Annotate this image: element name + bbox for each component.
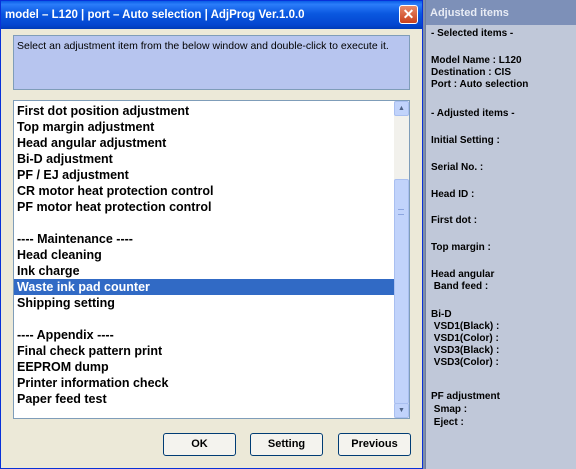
head-angular: Head angular bbox=[431, 269, 495, 280]
adjusted-items-panel: Adjusted items - Selected items - Model … bbox=[425, 0, 576, 469]
list-item[interactable]: PF motor heat protection control bbox=[14, 199, 395, 215]
selected-items-header: - Selected items - bbox=[431, 28, 514, 39]
bid: Bi-D bbox=[431, 309, 452, 320]
scroll-up-icon[interactable]: ▲ bbox=[394, 101, 409, 116]
list-item[interactable]: ---- Appendix ---- bbox=[14, 327, 395, 343]
list-item[interactable]: Paper feed test bbox=[14, 391, 395, 407]
vsd3-black: VSD3(Black) : bbox=[431, 345, 500, 356]
list-item[interactable]: First dot position adjustment bbox=[14, 103, 395, 119]
list-item[interactable]: Head cleaning bbox=[14, 247, 395, 263]
destination: Destination : CIS bbox=[431, 67, 512, 78]
list-item[interactable]: CR motor heat protection control bbox=[14, 183, 395, 199]
adjustment-list[interactable]: First dot position adjustment Top margin … bbox=[13, 100, 410, 419]
pf-adjustment: PF adjustment bbox=[431, 391, 500, 402]
panel-title: Adjusted items bbox=[426, 0, 576, 25]
list-items: First dot position adjustment Top margin … bbox=[14, 103, 395, 407]
title-bar[interactable]: model – L120 | port – Auto selection | A… bbox=[1, 1, 422, 29]
list-item[interactable] bbox=[14, 311, 395, 327]
adjustment-dialog: model – L120 | port – Auto selection | A… bbox=[0, 0, 423, 469]
list-item[interactable] bbox=[14, 215, 395, 231]
initial-setting: Initial Setting : bbox=[431, 135, 500, 146]
model-name: Model Name : L120 bbox=[431, 55, 522, 66]
list-item[interactable]: Ink charge bbox=[14, 263, 395, 279]
previous-button[interactable]: Previous bbox=[338, 433, 411, 456]
first-dot: First dot : bbox=[431, 215, 478, 226]
vsd1-color: VSD1(Color) : bbox=[431, 333, 499, 344]
close-icon[interactable]: ✕ bbox=[399, 5, 418, 24]
vsd3-color: VSD3(Color) : bbox=[431, 357, 499, 368]
eject: Eject : bbox=[431, 417, 464, 428]
scroll-down-icon[interactable]: ▼ bbox=[394, 403, 409, 418]
window-title: model – L120 | port – Auto selection | A… bbox=[5, 9, 305, 21]
top-margin: Top margin : bbox=[431, 242, 491, 253]
instruction-text: Select an adjustment item from the below… bbox=[13, 35, 410, 90]
list-item[interactable]: Shipping setting bbox=[14, 295, 395, 311]
list-item[interactable]: Waste ink pad counter bbox=[14, 279, 395, 295]
thumb-grip-icon bbox=[398, 209, 404, 215]
list-item[interactable]: Head angular adjustment bbox=[14, 135, 395, 151]
ok-button[interactable]: OK bbox=[163, 433, 236, 456]
band-feed: Band feed : bbox=[431, 281, 489, 292]
adjusted-items-header: - Adjusted items - bbox=[431, 108, 515, 119]
list-item[interactable]: ---- Maintenance ---- bbox=[14, 231, 395, 247]
list-item[interactable]: Final check pattern print bbox=[14, 343, 395, 359]
port: Port : Auto selection bbox=[431, 79, 529, 90]
list-item[interactable]: Bi-D adjustment bbox=[14, 151, 395, 167]
vertical-scrollbar[interactable]: ▲ ▼ bbox=[394, 101, 409, 418]
smap: Smap : bbox=[431, 404, 468, 415]
list-item[interactable]: Top margin adjustment bbox=[14, 119, 395, 135]
list-item[interactable]: PF / EJ adjustment bbox=[14, 167, 395, 183]
vsd1-black: VSD1(Black) : bbox=[431, 321, 500, 332]
list-item[interactable]: Printer information check bbox=[14, 375, 395, 391]
setting-button[interactable]: Setting bbox=[250, 433, 323, 456]
serial-no: Serial No. : bbox=[431, 162, 484, 173]
list-item[interactable]: EEPROM dump bbox=[14, 359, 395, 375]
head-id: Head ID : bbox=[431, 189, 475, 200]
